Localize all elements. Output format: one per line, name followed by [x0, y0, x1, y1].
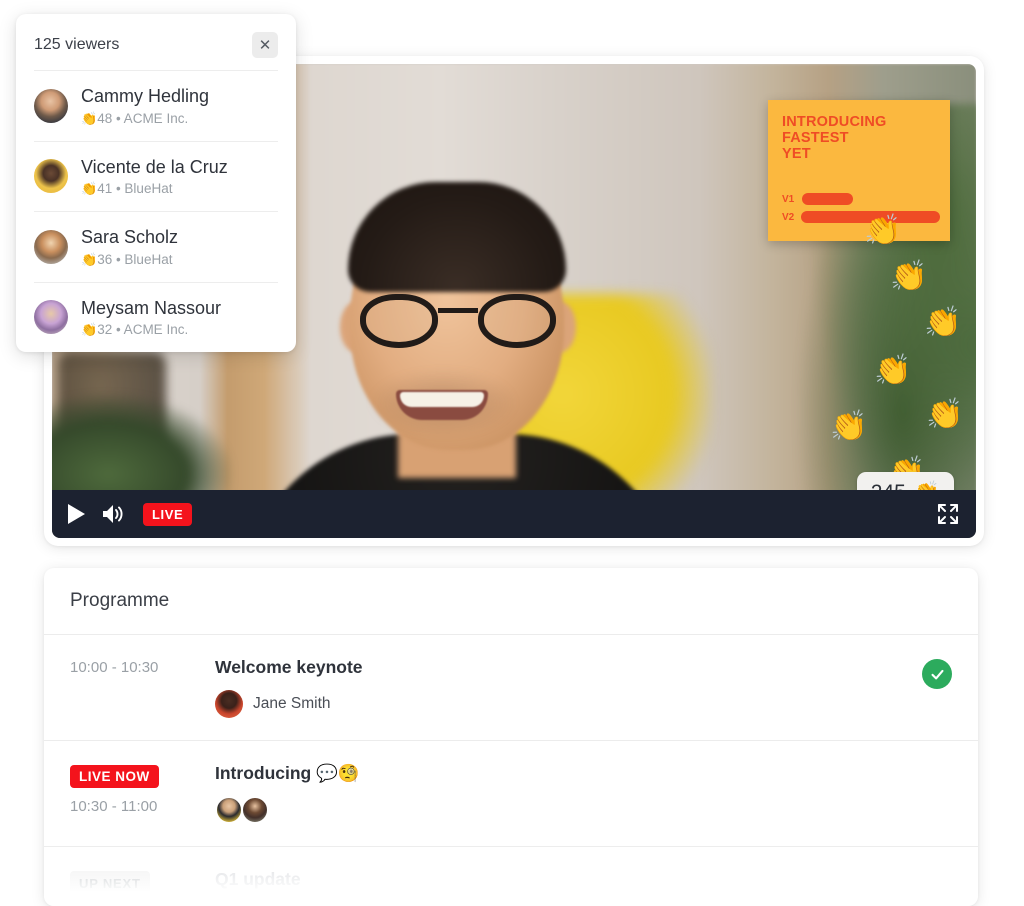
- live-now-badge: LIVE NOW: [70, 765, 159, 788]
- presentation-slide-overlay: INTRODUCING FASTEST YET V1 V2: [768, 100, 950, 241]
- fullscreen-button[interactable]: [936, 502, 960, 526]
- play-button[interactable]: [68, 504, 85, 524]
- programme-speakers: [215, 796, 360, 824]
- check-icon: [930, 669, 944, 679]
- programme-title: Welcome keynote: [215, 657, 363, 677]
- viewer-name: Meysam Nassour: [81, 297, 222, 318]
- programme-time: 10:30 - 11:00: [70, 798, 158, 815]
- clap-icon: 👏: [81, 110, 98, 126]
- programme-speaker: Jane Smith: [215, 690, 363, 718]
- programme-row-body: Welcome keynote Jane Smith: [215, 657, 363, 718]
- slide-bar-track: [802, 193, 853, 205]
- viewers-panel-header: 125 viewers ✕: [34, 14, 278, 70]
- floating-clap-icon: 👏: [830, 410, 868, 443]
- avatar: [215, 690, 243, 718]
- viewer-name: Sara Scholz: [81, 227, 179, 247]
- slide-bar-row: V1: [782, 193, 940, 205]
- viewer-meta: 👏36 • BlueHat: [81, 251, 173, 267]
- viewer-meta: 👏48 • ACME Inc.: [81, 110, 189, 126]
- floating-clap-icon: 👏: [864, 214, 902, 247]
- status-badge: [922, 659, 952, 689]
- programme-title: Introducing 💬🧐: [215, 763, 360, 783]
- clap-icon: 👏: [81, 181, 98, 196]
- programme-card: Programme 10:00 - 10:30 Welcome keynote …: [44, 568, 978, 906]
- floating-clap-icon: 👏: [874, 354, 912, 387]
- viewer-name: Vicente de la Cruz: [81, 156, 228, 177]
- close-icon[interactable]: ✕: [252, 32, 278, 58]
- live-badge: LIVE: [143, 502, 193, 526]
- floating-clap-icon: 👏: [890, 260, 928, 293]
- avatar: [34, 229, 68, 264]
- programme-time: 10:00 - 10:30: [70, 659, 159, 676]
- viewer-list-item[interactable]: Cammy Hedling 👏48 • ACME Inc.: [34, 70, 278, 141]
- programme-row-body: Q1 update: [215, 869, 301, 890]
- slide-bars: V1 V2: [782, 187, 940, 223]
- slide-bar-row: V2: [782, 211, 940, 223]
- programme-heading: Programme: [44, 568, 978, 635]
- programme-row-left: UP NEXT 11:00 - 11:30: [70, 869, 215, 906]
- video-controls-bar: LIVE: [52, 490, 976, 538]
- play-icon: [68, 504, 85, 524]
- avatar: [34, 159, 68, 194]
- programme-row-left: 10:00 - 10:30: [70, 657, 215, 676]
- programme-row-body: Introducing 💬🧐: [215, 763, 360, 824]
- avatar: [34, 300, 68, 335]
- slide-title: INTRODUCING FASTEST YET: [782, 114, 887, 163]
- programme-row[interactable]: 10:00 - 10:30 Welcome keynote Jane Smith: [44, 635, 978, 741]
- viewer-list-item[interactable]: Sara Scholz 👏36 • BlueHat: [34, 211, 278, 282]
- volume-icon: [103, 505, 123, 523]
- viewers-panel: 125 viewers ✕ Cammy Hedling 👏48 • ACME I…: [16, 14, 296, 352]
- viewer-list-item[interactable]: Vicente de la Cruz 👏41 • BlueHat: [34, 140, 278, 212]
- viewer-meta: 👏32 • ACME Inc.: [81, 322, 189, 337]
- avatar: [215, 796, 243, 824]
- glasses: [360, 294, 556, 348]
- programme-row-left: LIVE NOW 10:30 - 11:00: [70, 763, 215, 815]
- avatar: [241, 796, 269, 824]
- clap-icon: 👏: [81, 251, 98, 267]
- viewer-name: Cammy Hedling: [81, 86, 210, 106]
- slide-bar-label: V2: [782, 211, 795, 223]
- viewers-count-label: 125 viewers: [34, 36, 120, 53]
- fullscreen-icon: [938, 504, 958, 524]
- speaker-name: Jane Smith: [253, 695, 331, 712]
- up-next-badge: UP NEXT: [70, 871, 150, 896]
- programme-row[interactable]: LIVE NOW 10:30 - 11:00 Introducing 💬🧐: [44, 741, 978, 847]
- viewer-list-item[interactable]: Meysam Nassour 👏32 • ACME Inc.: [34, 281, 278, 353]
- programme-title: Q1 update: [215, 869, 301, 889]
- clap-icon: 👏: [81, 322, 98, 337]
- slide-bar-label: V1: [782, 193, 795, 205]
- floating-clap-icon: 👏: [926, 398, 964, 431]
- floating-clap-icon: 👏: [924, 306, 962, 339]
- viewer-meta: 👏41 • BlueHat: [81, 181, 173, 196]
- volume-button[interactable]: [101, 503, 127, 525]
- page-root: INTRODUCING FASTEST YET V1 V2 👏 👏 👏 👏 �: [0, 0, 1024, 906]
- presenter-video-subject: [242, 182, 678, 538]
- avatar: [34, 88, 68, 123]
- programme-row[interactable]: UP NEXT 11:00 - 11:30 Q1 update: [44, 847, 978, 906]
